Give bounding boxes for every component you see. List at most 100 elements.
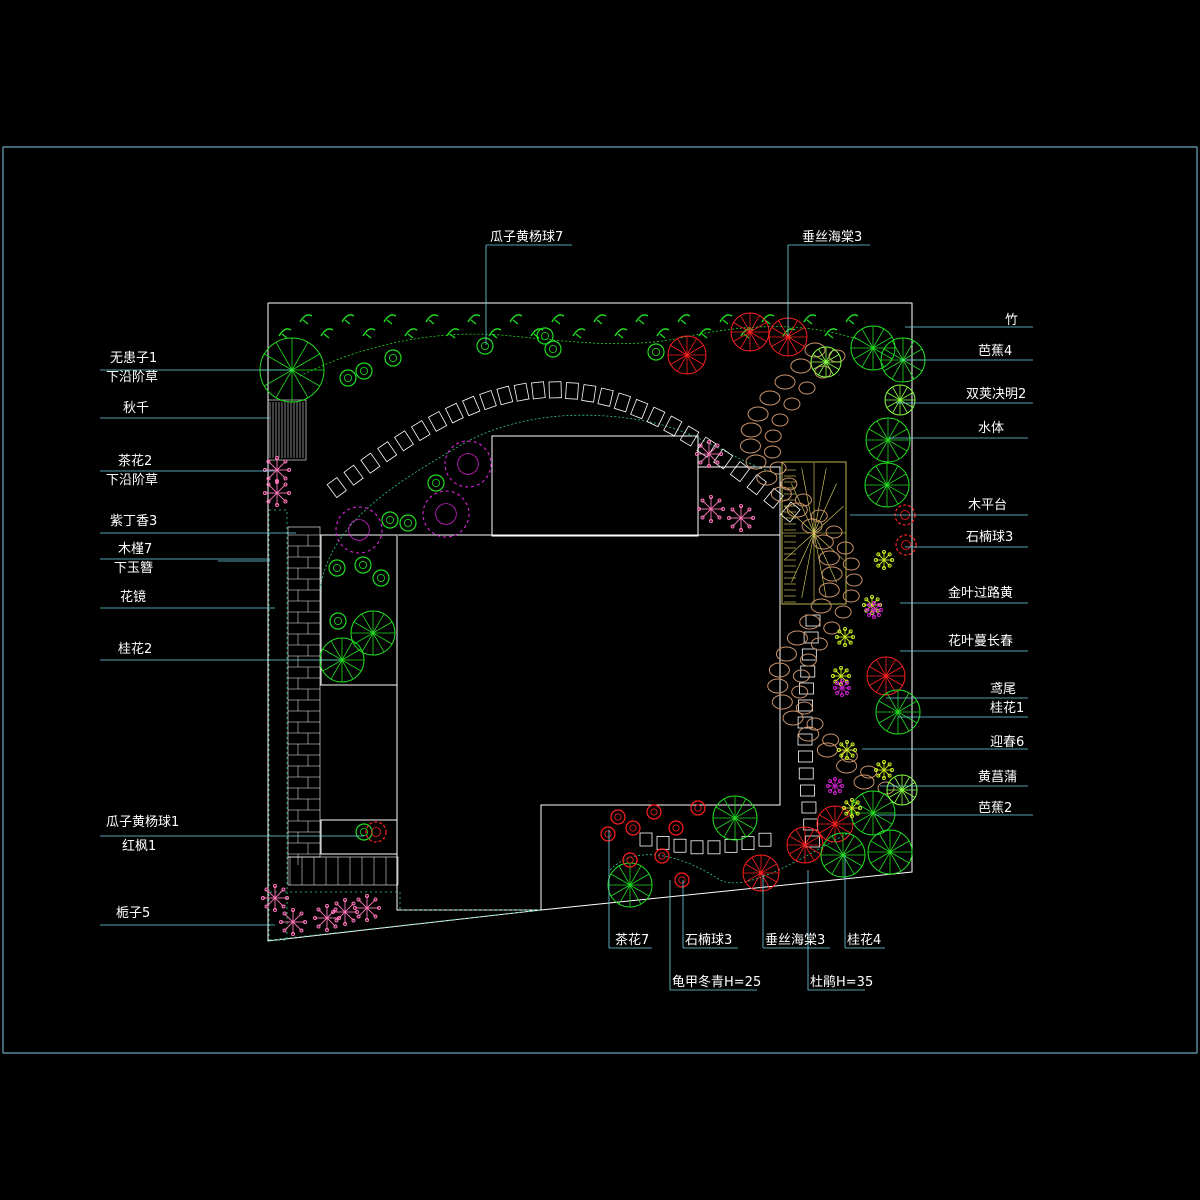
rock [818, 582, 840, 598]
stepping-stone [444, 402, 464, 424]
label-left-11: 瓜子黄杨球1 [106, 815, 180, 830]
osmanthus-tree [865, 417, 911, 463]
bamboo-symbol [845, 314, 859, 325]
camellia-shrub [600, 826, 616, 842]
stepping-stone [805, 614, 821, 627]
boxwood-ball [476, 337, 494, 355]
label-left-5: 下沿阶草 [106, 473, 159, 488]
hibiscus-shrub [427, 474, 445, 492]
label-right-13: 芭蕉2 [978, 801, 1013, 816]
label-bottom-6: 杜鹃H=35 [810, 975, 874, 990]
label-right-6: 石楠球3 [966, 530, 1014, 545]
bamboo-symbol [635, 314, 649, 325]
rock [759, 390, 781, 406]
camellia-shrub [625, 820, 641, 836]
rock [771, 694, 793, 710]
bamboo-symbol [425, 314, 439, 325]
camellia-shrub [668, 820, 684, 836]
lilac-shrub [335, 506, 383, 554]
iris-plant [833, 679, 851, 697]
flower-symbol [727, 504, 755, 532]
rock [845, 573, 863, 587]
stepping-stone [513, 382, 530, 402]
stepping-stone [496, 385, 514, 406]
rock [756, 470, 778, 486]
label-right-3: 双荚决明2 [966, 387, 1027, 402]
label-left-13: 栀子5 [116, 906, 151, 921]
rock [771, 413, 789, 427]
crabapple-tree [730, 312, 770, 352]
stepping-stone [707, 840, 721, 855]
label-right-9: 鸢尾 [990, 682, 1017, 697]
label-left-9: 花镜 [120, 590, 147, 605]
banana-plant [810, 346, 842, 378]
crabapple-tree [786, 826, 824, 864]
rock [768, 662, 790, 678]
flower-symbol [695, 440, 723, 468]
rock [818, 550, 840, 566]
bamboo-symbol [719, 314, 733, 325]
stepping-stone [797, 733, 813, 746]
bamboo-symbol [446, 328, 460, 339]
rock [739, 438, 761, 454]
stepping-stone [377, 441, 398, 463]
rock [812, 534, 834, 550]
label-bottom-5: 龟甲冬青H=25 [672, 975, 762, 990]
bamboo-symbol [467, 314, 481, 325]
label-top-1: 瓜子黄杨球7 [490, 230, 564, 245]
iris-plant [874, 550, 894, 570]
swing-slats [269, 402, 304, 458]
stepping-stone [673, 838, 687, 853]
label-right-4: 水体 [978, 421, 1005, 436]
drawing-frame [2, 146, 1198, 1054]
label-bottom-3: 垂丝海棠3 [765, 933, 826, 948]
label-right-8: 花叶蔓长春 [948, 634, 1014, 649]
rock [783, 397, 801, 411]
stepping-stone [798, 767, 814, 780]
banana-plant [886, 774, 918, 806]
osmanthus-tree [712, 795, 758, 841]
rockery-water-edge [739, 342, 895, 795]
lilac-shrub [422, 490, 470, 538]
osmanthus-tree [350, 610, 396, 656]
flower-symbol [353, 894, 381, 922]
stepping-stone [360, 452, 381, 474]
rock [810, 637, 828, 651]
stepping-stone [410, 420, 431, 442]
bamboo-symbol [656, 328, 670, 339]
label-bottom-4: 桂花4 [847, 933, 882, 948]
rock [834, 605, 852, 619]
osmanthus-tree [850, 325, 896, 371]
rock [836, 758, 858, 774]
flower-symbol [697, 495, 725, 523]
photinia-ball [895, 534, 917, 556]
label-right-11: 迎春6 [990, 735, 1025, 750]
stepping-stone [462, 395, 481, 417]
hibiscus-shrub [328, 559, 346, 577]
label-left-2: 下沿阶草 [106, 370, 159, 385]
boxwood-ball [355, 362, 373, 380]
stepping-stone [639, 832, 653, 847]
hibiscus-shrub [354, 556, 372, 574]
rock [775, 646, 797, 662]
lilac-shrub [444, 440, 492, 488]
bamboo-symbol [803, 314, 817, 325]
bamboo-symbol [299, 314, 313, 325]
label-right-7: 金叶过路黄 [948, 586, 1014, 601]
rock [764, 429, 782, 443]
hibiscus-shrub [329, 612, 347, 630]
bamboo-symbol [320, 328, 334, 339]
photinia-ball [365, 821, 387, 843]
stepping-stone [394, 430, 414, 452]
hedge-strip [268, 509, 542, 941]
bamboo-symbol [362, 328, 376, 339]
hibiscus-shrub [399, 514, 417, 532]
stepping-stone [548, 381, 562, 399]
iris-plant [842, 798, 862, 818]
swing [267, 399, 307, 461]
osmanthus-tree [864, 462, 910, 508]
bamboo-symbol [404, 328, 418, 339]
iris-plant [826, 777, 844, 795]
rock [747, 406, 769, 422]
label-left-7: 木槿7 [118, 542, 153, 557]
